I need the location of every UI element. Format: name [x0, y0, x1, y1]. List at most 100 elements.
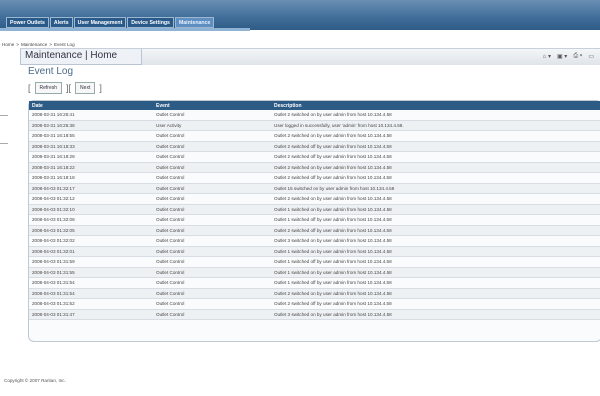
- cell-event: Outlet Control: [153, 225, 271, 236]
- cell-description: Outlet 2 switched on by user admin from …: [271, 130, 600, 142]
- cell-event: Outlet Control: [153, 298, 271, 310]
- cell-event: Outlet Control: [153, 162, 271, 173]
- cell-event: Outlet Control: [153, 235, 271, 247]
- cell-description: Outlet 2 switched on by user admin from …: [271, 110, 600, 121]
- cell-date: 2008-03-31 16:18:28: [29, 151, 153, 163]
- cell-date: 2008-03-31 16:25:38: [29, 120, 153, 131]
- cell-date: 2008-04-03 01:31:54: [29, 277, 153, 289]
- tab-alerts[interactable]: Alerts: [49, 17, 73, 28]
- cell-event: Outlet Control: [153, 277, 271, 289]
- cell-date: 2008-04-03 01:31:55: [29, 267, 153, 278]
- cell-event: Outlet Control: [153, 256, 271, 268]
- bracket: ][: [66, 83, 72, 93]
- cell-date: 2008-04-03 01:31:47: [29, 309, 153, 320]
- table-row: 2008-03-31 16:18:55 Outlet Control Outlet …: [29, 130, 600, 142]
- cell-description: Outlet 2 switched off by user admin from…: [271, 141, 600, 152]
- cell-description: Outlet 1 switched on by user admin from …: [271, 267, 600, 278]
- table-row: 2008-04-03 01:31:47 Outlet Control Outlet …: [29, 309, 600, 320]
- cell-description: Outlet 2 switched off by user admin from…: [271, 151, 600, 163]
- table-row: 2008-03-31 16:18:18 Outlet Control Outlet …: [29, 172, 600, 184]
- cell-event: Outlet Control: [153, 172, 271, 184]
- toolbar: ⌂ ▾ ▣ ▾ ⎙ ▾ ▭: [543, 53, 594, 60]
- cell-event: Outlet Control: [153, 151, 271, 163]
- breadcrumb-maintenance[interactable]: Maintenance: [21, 42, 47, 47]
- refresh-button[interactable]: Refresh: [34, 82, 63, 94]
- cell-event: Outlet Control: [153, 288, 271, 299]
- tab-power-outlets[interactable]: Power Outlets: [6, 17, 49, 28]
- table-row: 2008-03-31 16:18:22 Outlet Control Outlet …: [29, 162, 600, 173]
- breadcrumb-sep: >: [49, 42, 52, 47]
- cell-description: Outlet 1 switched on by user admin from …: [271, 204, 600, 215]
- table-row: 2008-03-31 16:25:41 Outlet Control Outlet …: [29, 110, 600, 121]
- cell-date: 2008-03-31 16:18:55: [29, 130, 153, 142]
- cell-event: Outlet Control: [153, 193, 271, 205]
- cell-event: Outlet Control: [153, 183, 271, 194]
- page-icon[interactable]: ▭: [588, 53, 594, 60]
- cell-description: Outlet 3 switched on by user admin from …: [271, 235, 600, 247]
- breadcrumb-sep: >: [16, 42, 19, 47]
- cell-date: 2008-03-31 16:25:41: [29, 110, 153, 121]
- table-row: 2008-03-31 16:18:28 Outlet Control Outlet …: [29, 151, 600, 163]
- cell-description: User logged in successfully, user 'admin…: [271, 120, 600, 131]
- event-log-panel: Date Event Description 2008-03-31 16:25:…: [28, 100, 600, 342]
- side-divider: [0, 143, 8, 144]
- cell-date: 2008-04-03 01:31:52: [29, 298, 153, 310]
- next-button[interactable]: Next: [75, 82, 96, 94]
- copyright: Copyright © 2007 Raritan, Inc.: [4, 378, 66, 383]
- tab-maintenance[interactable]: Maintenance: [174, 17, 215, 28]
- cell-event: User Activity: [153, 120, 271, 131]
- cell-date: 2008-04-03 01:31:54: [29, 288, 153, 299]
- home-icon[interactable]: ⌂ ▾: [543, 53, 551, 60]
- cell-event: Outlet Control: [153, 246, 271, 257]
- cell-date: 2008-03-31 16:18:22: [29, 162, 153, 173]
- table-row: 2008-04-03 01:32:02 Outlet Control Outlet …: [29, 235, 600, 247]
- cell-description: Outlet 1 switched off by user admin from…: [271, 277, 600, 289]
- button-row: [ Refresh ][ Next ]: [28, 82, 102, 94]
- header-description[interactable]: Description: [271, 101, 600, 110]
- cell-event: Outlet Control: [153, 204, 271, 215]
- cell-date: 2008-04-03 01:32:01: [29, 246, 153, 257]
- nav-tabs: Power Outlets Alerts User Management Dev…: [6, 17, 215, 28]
- bracket: ]: [99, 83, 102, 93]
- header-date[interactable]: Date: [29, 101, 153, 110]
- cell-description: Outlet 2 switched on by user admin from …: [271, 193, 600, 205]
- bracket: [: [28, 83, 31, 93]
- header-tab: Maintenance | Home: [20, 49, 142, 65]
- tab-user-management[interactable]: User Management: [73, 17, 127, 28]
- tab-device-settings[interactable]: Device Settings: [127, 17, 174, 28]
- cell-date: 2008-03-31 16:18:18: [29, 172, 153, 184]
- feed-icon[interactable]: ▣ ▾: [557, 53, 567, 60]
- cell-date: 2008-04-03 01:32:17: [29, 183, 153, 194]
- top-navigation: Power Outlets Alerts User Management Dev…: [0, 0, 600, 31]
- table-row: 2008-04-03 01:31:59 Outlet Control Outlet …: [29, 256, 600, 268]
- page-title: Event Log: [28, 66, 74, 77]
- cell-description: Outlet 2 switched off by user admin from…: [271, 298, 600, 310]
- table-row: 2008-04-03 01:32:17 Outlet Control Outlet …: [29, 183, 600, 194]
- cell-date: 2008-04-03 01:32:12: [29, 193, 153, 205]
- cell-date: 2008-04-03 01:32:05: [29, 225, 153, 236]
- table-body: 2008-03-31 16:25:41 Outlet Control Outlet …: [29, 110, 600, 320]
- print-icon[interactable]: ⎙ ▾: [573, 53, 582, 60]
- cell-description: Outlet 2 switched on by user admin from …: [271, 162, 600, 173]
- table-row: 2008-04-03 01:32:05 Outlet Control Outlet …: [29, 225, 600, 236]
- nav-strip: [0, 28, 250, 31]
- cell-description: Outlet 2 switched on by user admin from …: [271, 288, 600, 299]
- breadcrumb-home[interactable]: Home: [2, 42, 14, 47]
- table-row: 2008-04-03 01:32:12 Outlet Control Outlet …: [29, 193, 600, 205]
- cell-event: Outlet Control: [153, 130, 271, 142]
- table-row: 2008-04-03 01:32:10 Outlet Control Outlet …: [29, 204, 600, 215]
- table-row: 2008-04-03 01:31:54 Outlet Control Outlet …: [29, 277, 600, 289]
- table-row: 2008-04-03 01:31:52 Outlet Control Outlet …: [29, 298, 600, 310]
- breadcrumb-current: Event Log: [53, 42, 75, 47]
- cell-description: Outlet 1 switched off by user admin from…: [271, 256, 600, 268]
- cell-description: Outlet 2 switched off by user admin from…: [271, 172, 600, 184]
- table-row: 2008-04-03 01:31:54 Outlet Control Outlet …: [29, 288, 600, 299]
- table-header-row: Date Event Description: [29, 101, 600, 110]
- cell-event: Outlet Control: [153, 110, 271, 121]
- cell-date: 2008-03-31 16:18:33: [29, 141, 153, 152]
- header-event[interactable]: Event: [153, 101, 271, 110]
- table-row: 2008-04-03 01:31:55 Outlet Control Outlet …: [29, 267, 600, 278]
- event-log-table: Date Event Description 2008-03-31 16:25:…: [29, 101, 600, 320]
- header-bar: Maintenance | Home ⌂ ▾ ▣ ▾ ⎙ ▾ ▭: [20, 48, 600, 65]
- table-row: 2008-04-03 01:32:01 Outlet Control Outlet …: [29, 246, 600, 257]
